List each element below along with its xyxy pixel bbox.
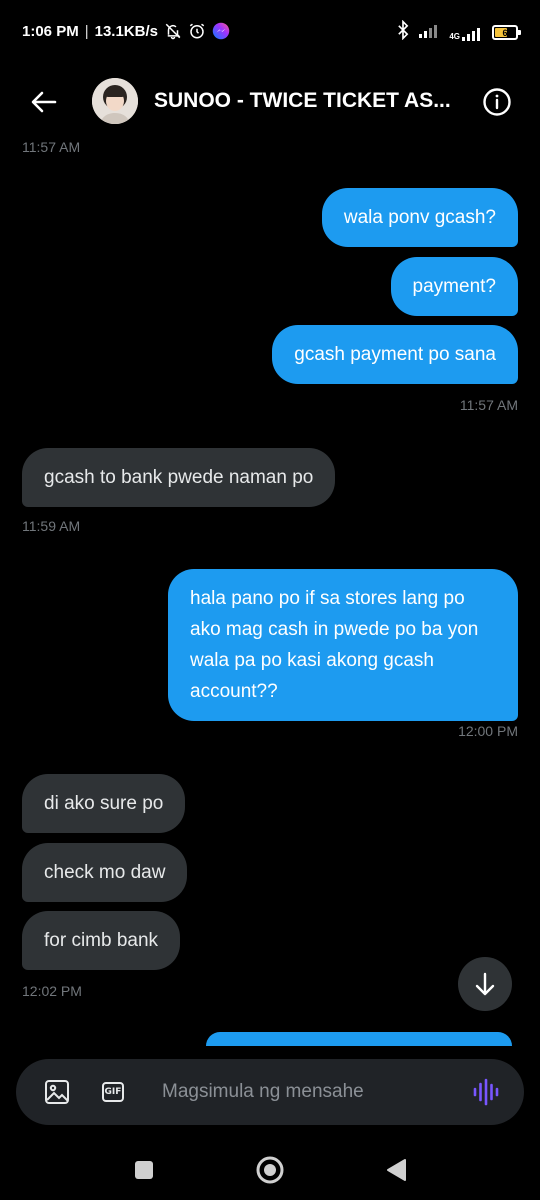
message-composer: GIF <box>16 1059 524 1125</box>
timestamp: 11:57 AM <box>459 397 518 413</box>
alarm-icon <box>188 22 206 40</box>
triangle-back-icon <box>387 1159 406 1181</box>
signal-4g-icon: 4G <box>449 25 484 41</box>
timestamp: 12:00 PM <box>458 723 518 739</box>
battery-level: 6 <box>502 27 508 38</box>
recents-button[interactable] <box>128 1154 160 1186</box>
status-left: 1:06 PM | 13.1KB/s <box>22 22 230 40</box>
voice-wave-icon <box>473 1078 499 1106</box>
status-time: 1:06 PM <box>22 22 79 40</box>
back-nav-button[interactable] <box>380 1154 412 1186</box>
chat-title[interactable]: SUNOO - TWICE TICKET AS... <box>154 89 474 113</box>
chat-header: SUNOO - TWICE TICKET AS... <box>0 70 540 134</box>
timestamp: 12:02 PM <box>22 983 82 999</box>
message-outgoing[interactable]: wala ponv gcash? <box>321 188 518 247</box>
voice-message-button[interactable] <box>471 1077 501 1107</box>
signal-icon <box>419 22 441 43</box>
gif-button[interactable]: GIF <box>98 1077 128 1107</box>
timestamp: 11:59 AM <box>22 518 81 534</box>
image-icon <box>45 1080 69 1104</box>
square-icon <box>135 1161 153 1179</box>
battery-icon: 6 <box>492 25 521 40</box>
timestamp: 11:57 AM <box>22 139 81 155</box>
message-incoming[interactable]: check mo daw <box>22 843 188 902</box>
network-speed: 13.1KB/s <box>94 22 158 40</box>
message-input[interactable] <box>162 1080 462 1104</box>
message-outgoing[interactable]: hala pano po if sa stores lang po ako ma… <box>168 569 518 721</box>
message-incoming[interactable]: di ako sure po <box>22 774 186 833</box>
back-button[interactable] <box>26 84 62 120</box>
message-incoming[interactable]: for cimb bank <box>22 911 181 970</box>
bell-off-icon <box>164 22 182 40</box>
arrow-down-icon <box>475 972 495 996</box>
message-outgoing[interactable]: payment? <box>390 257 518 316</box>
message-outgoing[interactable]: gcash payment po sana <box>272 325 518 384</box>
network-type: 4G <box>449 31 460 41</box>
messenger-icon <box>212 22 230 40</box>
status-separator: | <box>84 22 89 40</box>
info-icon <box>483 88 511 116</box>
avatar[interactable] <box>92 78 138 124</box>
arrow-left-icon <box>31 91 57 113</box>
system-nav-bar <box>0 1140 540 1200</box>
status-bar: 1:06 PM | 13.1KB/s 4G 6 <box>0 0 540 64</box>
home-button[interactable] <box>254 1154 286 1186</box>
info-button[interactable] <box>480 85 514 119</box>
message-incoming[interactable]: gcash to bank pwede naman po <box>22 448 336 507</box>
message-outgoing-partial[interactable] <box>206 1032 512 1046</box>
media-button[interactable] <box>42 1077 72 1107</box>
status-right: 4G 6 <box>395 19 521 45</box>
gif-icon: GIF <box>102 1082 124 1102</box>
scroll-to-bottom-button[interactable] <box>458 957 512 1011</box>
circle-icon <box>256 1156 284 1184</box>
bluetooth-icon <box>395 19 411 45</box>
